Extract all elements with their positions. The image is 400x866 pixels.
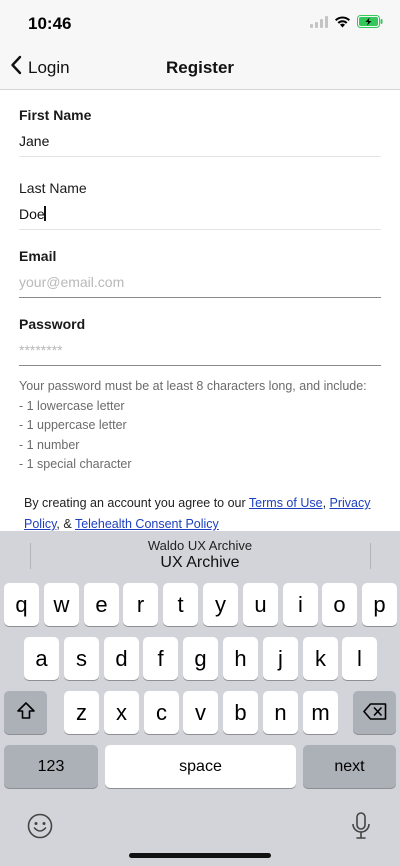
telehealth-consent-link[interactable]: Telehealth Consent Policy <box>75 517 219 531</box>
backspace-icon <box>362 700 387 726</box>
suggestion-divider <box>370 543 371 569</box>
key-h[interactable]: h <box>223 637 258 680</box>
key-e[interactable]: e <box>84 583 119 626</box>
key-k[interactable]: k <box>303 637 338 680</box>
battery-charging-icon <box>357 15 384 33</box>
email-input[interactable] <box>19 271 381 293</box>
space-key[interactable]: space <box>105 745 296 788</box>
password-rule-item: - 1 number <box>19 437 80 452</box>
last-name-label: Last Name <box>19 180 87 196</box>
first-name-input[interactable] <box>19 130 381 152</box>
shift-key[interactable] <box>4 691 47 734</box>
terms-of-use-link[interactable]: Terms of Use <box>249 496 323 510</box>
key-l[interactable]: l <box>342 637 377 680</box>
status-bar: 10:46 <box>0 0 400 46</box>
last-name-input[interactable] <box>19 203 381 225</box>
key-n[interactable]: n <box>263 691 298 734</box>
signal-icon <box>310 15 328 33</box>
key-t[interactable]: t <box>163 583 198 626</box>
delete-key[interactable] <box>353 691 396 734</box>
back-label: Login <box>28 57 70 77</box>
suggestion-item[interactable]: Waldo UX Archive UX Archive <box>0 538 400 572</box>
key-z[interactable]: z <box>64 691 99 734</box>
back-button[interactable]: Login <box>10 55 70 80</box>
legal-separator: , <box>322 496 330 510</box>
status-time: 10:46 <box>28 14 72 33</box>
status-icons <box>310 15 384 33</box>
key-i[interactable]: i <box>283 583 318 626</box>
key-r[interactable]: r <box>123 583 158 626</box>
first-name-underline <box>19 156 381 157</box>
email-label: Email <box>19 248 57 264</box>
suggestion-bar: Waldo UX Archive UX Archive <box>0 531 400 575</box>
key-j[interactable]: j <box>263 637 298 680</box>
key-w[interactable]: w <box>44 583 79 626</box>
password-rule-item: - 1 special character <box>19 457 132 471</box>
next-key[interactable]: next <box>303 745 396 788</box>
wifi-icon <box>334 15 351 33</box>
key-d[interactable]: d <box>104 637 139 680</box>
password-rule-item: - 1 uppercase letter <box>19 418 127 432</box>
last-name-field: Last Name <box>19 180 381 230</box>
key-o[interactable]: o <box>322 583 357 626</box>
password-field: Password <box>19 316 381 366</box>
home-indicator <box>129 853 271 858</box>
text-cursor <box>44 206 46 221</box>
legal-agreement-text: By creating an account you agree to our … <box>24 493 374 535</box>
key-q[interactable]: q <box>4 583 39 626</box>
last-name-underline <box>19 229 381 230</box>
key-x[interactable]: x <box>104 691 139 734</box>
key-b[interactable]: b <box>223 691 258 734</box>
suggestion-context: Waldo UX Archive <box>147 538 253 553</box>
suggestion-text: UX Archive <box>160 554 240 571</box>
key-p[interactable]: p <box>362 583 397 626</box>
key-f[interactable]: f <box>143 637 178 680</box>
numbers-key[interactable]: 123 <box>4 745 98 788</box>
nav-bar: Login Register <box>0 46 400 90</box>
key-m[interactable]: m <box>303 691 338 734</box>
key-a[interactable]: a <box>24 637 59 680</box>
email-underline <box>19 297 381 298</box>
password-input[interactable] <box>19 339 381 361</box>
key-y[interactable]: y <box>203 583 238 626</box>
chevron-left-icon <box>10 55 22 80</box>
password-underline <box>19 365 381 366</box>
microphone-icon[interactable] <box>351 811 371 846</box>
key-s[interactable]: s <box>64 637 99 680</box>
legal-prefix: By creating an account you agree to our <box>24 496 249 510</box>
shift-icon <box>16 700 36 726</box>
key-v[interactable]: v <box>183 691 218 734</box>
key-c[interactable]: c <box>144 691 179 734</box>
password-requirements: Your password must be at least 8 charact… <box>19 377 381 475</box>
key-u[interactable]: u <box>243 583 278 626</box>
password-rule-item: - 1 lowercase letter <box>19 398 125 413</box>
key-g[interactable]: g <box>183 637 218 680</box>
password-label: Password <box>19 316 86 332</box>
keyboard: Waldo UX Archive UX Archive qwertyuiopas… <box>0 531 400 866</box>
email-field: Email <box>19 248 381 298</box>
password-requirements-intro: Your password must be at least 8 charact… <box>19 379 367 393</box>
legal-separator: , & <box>56 517 75 531</box>
first-name-field: First Name <box>19 107 381 157</box>
first-name-label: First Name <box>19 107 92 123</box>
emoji-icon[interactable] <box>27 813 53 844</box>
